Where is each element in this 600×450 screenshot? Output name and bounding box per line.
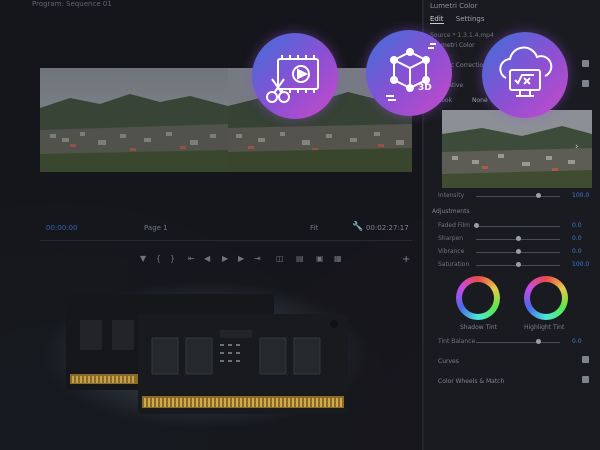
highlight-tint-label: Highlight Tint bbox=[524, 324, 565, 331]
intensity-value[interactable]: 100.0 bbox=[572, 192, 589, 199]
tint-balance-slider[interactable]: Tint Balance 0.0 bbox=[438, 338, 588, 348]
shadow-tint-label: Shadow Tint bbox=[460, 324, 497, 331]
tab-settings[interactable]: Settings bbox=[456, 15, 485, 23]
svg-text:3D: 3D bbox=[418, 83, 432, 93]
sharpen-value[interactable]: 0.0 bbox=[572, 235, 582, 242]
tab-edit[interactable]: Edit bbox=[430, 15, 444, 24]
playhead-timecode: 00:00:00 bbox=[46, 224, 78, 232]
basic-correction-checkbox[interactable] bbox=[582, 60, 589, 67]
transport-controls: ▼ { } ⇤ ◀ ▶ ▶ ⇥ ◫ ▤ ▣ ▦ bbox=[140, 254, 410, 266]
saturation-value[interactable]: 100.0 bbox=[572, 261, 589, 268]
3d-cube-icon: 3D bbox=[366, 30, 452, 116]
go-to-in-icon[interactable]: ⇤ bbox=[188, 254, 195, 263]
in-point-icon[interactable]: { bbox=[156, 254, 161, 263]
wrench-icon[interactable]: 🔧 bbox=[352, 222, 363, 232]
panel-title: Lumetri Color bbox=[430, 2, 478, 10]
ram-module-front bbox=[138, 314, 348, 414]
camera-icon[interactable]: ▣ bbox=[316, 254, 324, 263]
panel-tabs: Edit Settings bbox=[430, 15, 495, 24]
curves-checkbox[interactable] bbox=[582, 356, 589, 363]
add-button-icon[interactable]: + bbox=[402, 254, 410, 265]
vibrance-label: Vibrance bbox=[438, 248, 465, 255]
chevron-right-icon[interactable]: › bbox=[575, 142, 579, 152]
cloud-formula-icon bbox=[482, 32, 568, 118]
intensity-slider[interactable]: Intensity 100.0 bbox=[438, 192, 589, 202]
out-point-icon[interactable]: } bbox=[170, 254, 175, 263]
sequence-tab[interactable]: Program: Sequence 01 bbox=[32, 0, 112, 8]
export-frame-icon[interactable]: ▦ bbox=[334, 254, 342, 263]
intensity-label: Intensity bbox=[438, 192, 465, 199]
shadow-tint-wheel[interactable] bbox=[456, 276, 500, 320]
color-wheels-row[interactable]: Color Wheels & Match bbox=[438, 378, 504, 385]
page-indicator: Page 1 bbox=[144, 224, 168, 232]
tint-balance-value[interactable]: 0.0 bbox=[572, 338, 582, 345]
step-back-icon[interactable]: ◀ bbox=[204, 254, 210, 263]
highlight-tint-wheel[interactable] bbox=[524, 276, 568, 320]
look-preview[interactable] bbox=[442, 110, 592, 188]
insert-icon[interactable]: ◫ bbox=[276, 254, 284, 263]
overwrite-icon[interactable]: ▤ bbox=[296, 254, 304, 263]
tint-balance-label: Tint Balance bbox=[438, 338, 476, 345]
curves-row[interactable]: Curves bbox=[438, 358, 459, 365]
faded-film-value[interactable]: 0.0 bbox=[572, 222, 582, 229]
saturation-label: Saturation bbox=[438, 261, 470, 268]
duration-timecode: 00:02:27:17 bbox=[366, 224, 409, 232]
marker-icon[interactable]: ▼ bbox=[140, 254, 146, 263]
adjustments-header[interactable]: Adjustments bbox=[432, 208, 470, 215]
ram-modules bbox=[66, 294, 348, 414]
saturation-slider[interactable]: Saturation 100.0 bbox=[438, 261, 589, 271]
creative-checkbox[interactable] bbox=[582, 80, 589, 87]
play-icon[interactable]: ▶ bbox=[222, 254, 228, 263]
video-edit-icon bbox=[252, 33, 338, 119]
step-forward-icon[interactable]: ▶ bbox=[238, 254, 244, 263]
scrub-bar[interactable] bbox=[40, 240, 412, 241]
vibrance-value[interactable]: 0.0 bbox=[572, 248, 582, 255]
monitor-controls: 00:00:00 Page 1 Fit 🔧 00:02:27:17 bbox=[40, 222, 412, 236]
color-wheels-checkbox[interactable] bbox=[582, 376, 589, 383]
video-frame-left bbox=[40, 68, 228, 172]
faded-film-slider[interactable]: Faded Film 0.0 bbox=[438, 222, 588, 232]
product-banner: Program: Sequence 01 00:00:00 Page 1 Fit… bbox=[0, 0, 600, 450]
faded-film-label: Faded Film bbox=[438, 222, 470, 229]
vibrance-slider[interactable]: Vibrance 0.0 bbox=[438, 248, 588, 258]
sharpen-slider[interactable]: Sharpen 0.0 bbox=[438, 235, 588, 245]
zoom-fit-select[interactable]: Fit bbox=[310, 224, 318, 232]
go-to-out-icon[interactable]: ⇥ bbox=[254, 254, 261, 263]
sharpen-label: Sharpen bbox=[438, 235, 464, 242]
